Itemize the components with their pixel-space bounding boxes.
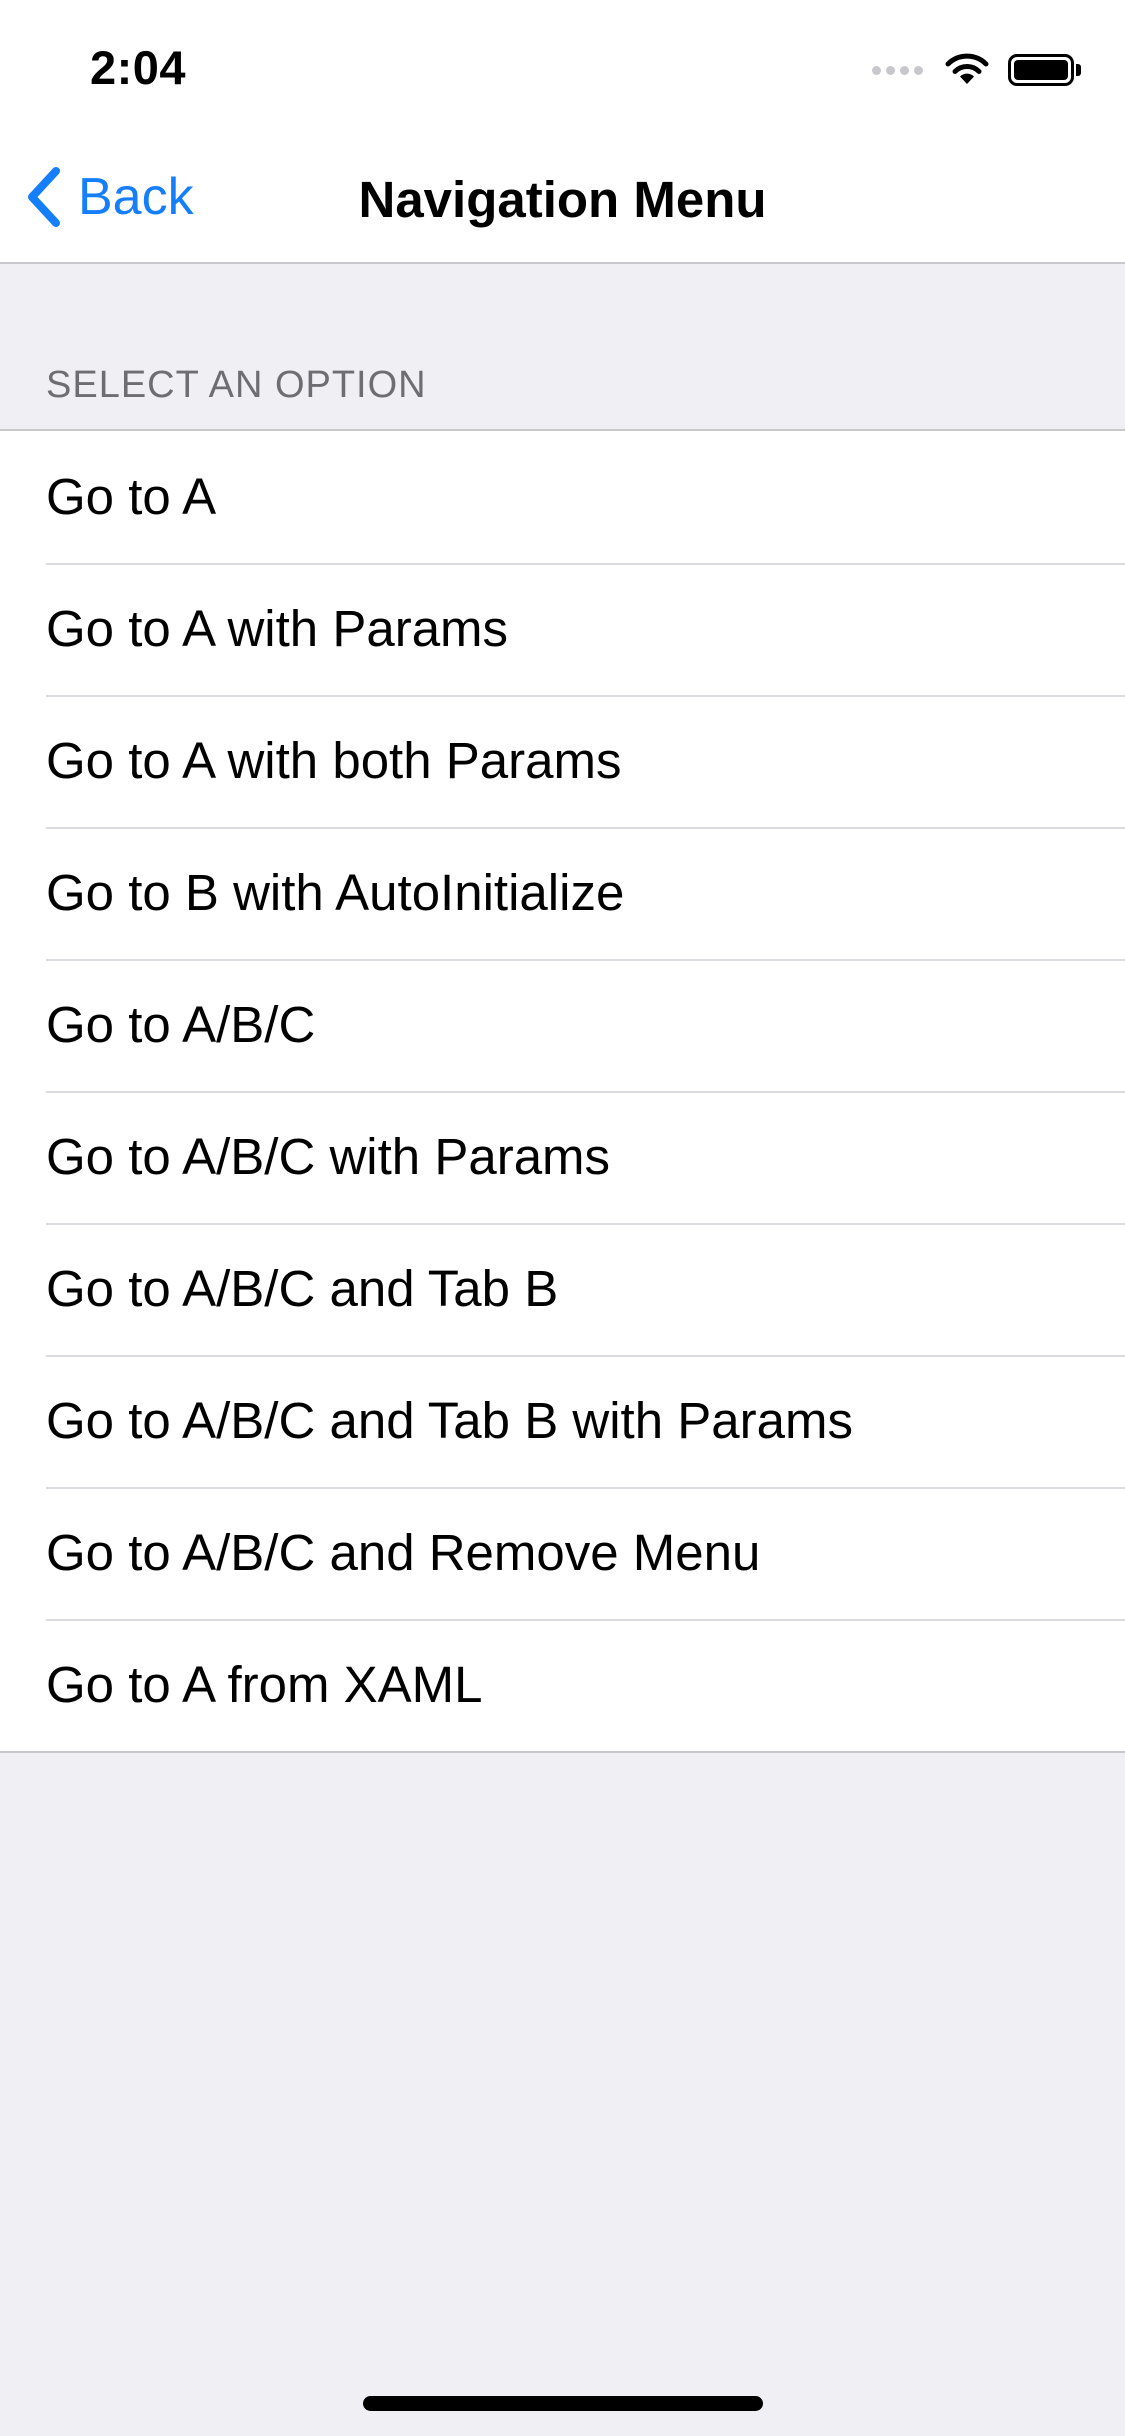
menu-item-go-to-abc-with-params[interactable]: Go to A/B/C with Params [0,1091,1125,1223]
menu-item-go-to-abc-and-tab-b-with-params[interactable]: Go to A/B/C and Tab B with Params [0,1355,1125,1487]
navigation-bar: Back Navigation Menu [0,132,1125,264]
status-icons [872,52,1081,88]
menu-item-go-to-a-with-params[interactable]: Go to A with Params [0,563,1125,695]
menu-item-go-to-a-with-both-params[interactable]: Go to A with both Params [0,695,1125,827]
menu-item-go-to-a-from-xaml[interactable]: Go to A from XAML [0,1619,1125,1751]
menu-item-go-to-abc-and-remove-menu[interactable]: Go to A/B/C and Remove Menu [0,1487,1125,1619]
status-time: 2:04 [90,41,187,94]
menu-item-go-to-abc[interactable]: Go to A/B/C [0,959,1125,1091]
menu-item-go-to-a[interactable]: Go to A [0,431,1125,563]
battery-icon [1008,54,1074,86]
status-bar: 2:04 [0,0,1125,132]
navigation-options-list: Go to A Go to A with Params Go to A with… [0,429,1125,1753]
page-title: Navigation Menu [358,171,767,228]
menu-item-go-to-abc-and-tab-b[interactable]: Go to A/B/C and Tab B [0,1223,1125,1355]
signal-icon [872,65,928,75]
section-header: SELECT AN OPTION [46,364,427,406]
wifi-icon [945,53,989,84]
menu-item-go-to-b-with-autoinitialize[interactable]: Go to B with AutoInitialize [0,827,1125,959]
home-indicator[interactable] [363,2396,763,2411]
